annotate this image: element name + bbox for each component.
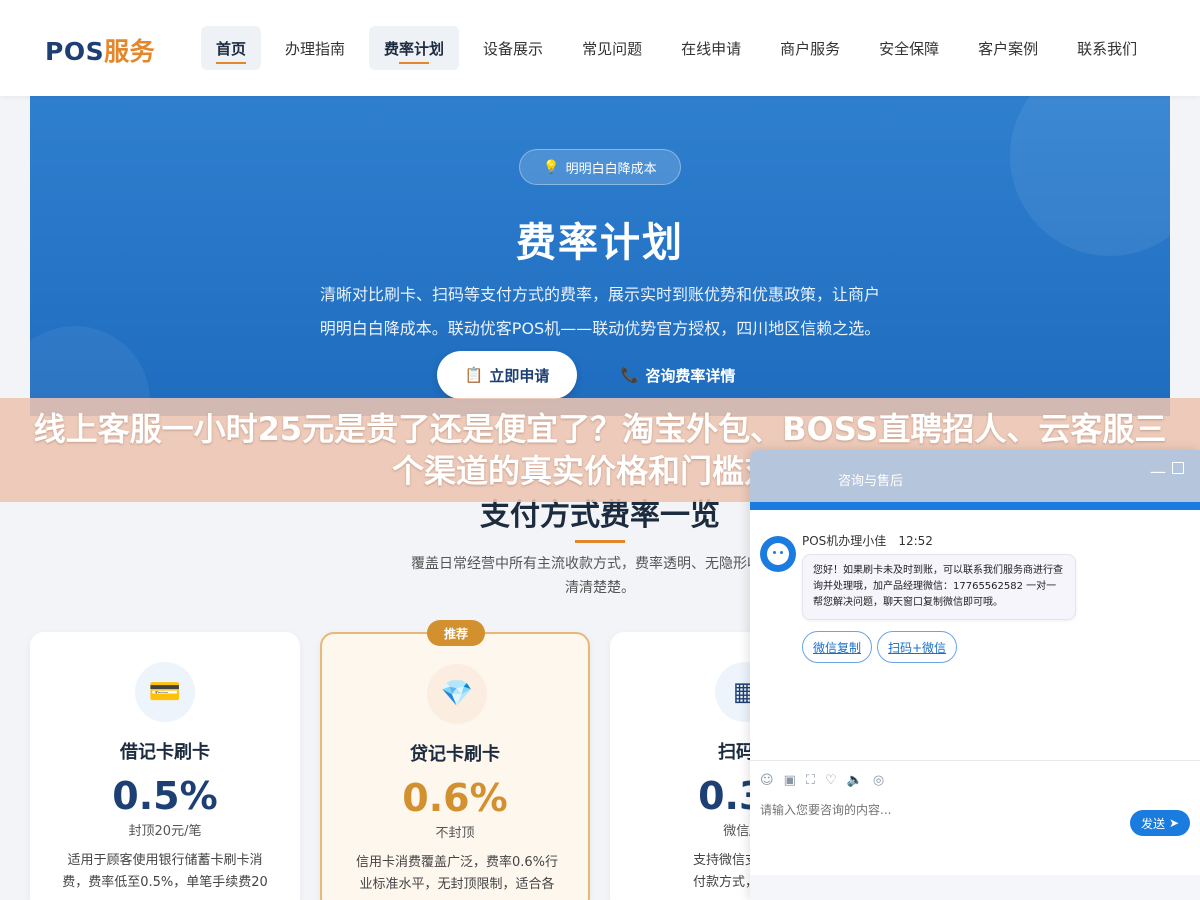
consult-rates-label: 咨询费率详情 — [645, 366, 736, 385]
card-name: 借记卡刷卡 — [120, 742, 210, 763]
nav-guide[interactable]: 办理指南 — [270, 26, 360, 70]
card-desc-line: 费，费率低至0.5%，单笔手续费20 — [62, 875, 268, 890]
nav-contact[interactable]: 联系我们 — [1062, 26, 1152, 70]
copy-wechat-chip[interactable]: 微信复制 — [802, 631, 873, 663]
card-desc-line: 适用于顾客使用银行储蓄卡刷卡消 — [67, 853, 263, 868]
card-description: 信用卡消费覆盖广泛，费率0.6%行 业标准水平，无封顶限制，适合各 — [344, 852, 570, 896]
logo-pos-text: POS — [45, 37, 105, 66]
lightbulb-icon: 💡 — [543, 159, 560, 175]
minimize-icon[interactable]: — — [1150, 462, 1166, 481]
rate-card-debit[interactable]: 💳 借记卡刷卡 0.5% 封顶20元/笔 适用于顾客使用银行储蓄卡刷卡消 费，费… — [30, 632, 300, 900]
history-icon[interactable]: ◎ — [873, 773, 884, 788]
recommended-badge: 推荐 — [427, 620, 485, 646]
card-desc-line: 业标准水平，无封顶限制，适合各 — [359, 877, 555, 892]
card-rate: 0.5% — [112, 774, 218, 818]
chat-header: 咨询与售后 — — [750, 450, 1200, 502]
site-header: POS服务 首页 办理指南 费率计划 设备展示 常见问题 在线申请 商户服务 安… — [0, 0, 1200, 96]
chat-header-bar — [750, 502, 1200, 510]
chat-footer — [750, 875, 1200, 900]
diamond-icon: 💎 — [427, 664, 487, 724]
card-name: 贷记卡刷卡 — [410, 744, 500, 765]
nav-merchant-service[interactable]: 商户服务 — [765, 26, 855, 70]
message-meta: POS机办理小佳 12:52 — [802, 532, 933, 549]
consult-rates-button[interactable]: 📞 咨询费率详情 — [608, 351, 748, 399]
phone-icon: 📞 — [620, 366, 640, 384]
nav-security[interactable]: 安全保障 — [864, 26, 954, 70]
chat-message-input[interactable] — [760, 800, 1120, 820]
apply-now-label: 立即申请 — [489, 366, 550, 385]
credit-card-icon: 💳 — [135, 662, 195, 722]
clipboard-icon: 📋 — [464, 366, 484, 384]
screenshot-icon[interactable]: ⛶ — [806, 773, 815, 788]
nav-rate-plan[interactable]: 费率计划 — [369, 26, 460, 70]
card-description: 适用于顾客使用银行储蓄卡刷卡消 费，费率低至0.5%，单笔手续费20 — [52, 850, 278, 894]
send-arrow-icon: ➤ — [1168, 816, 1180, 830]
chat-toolbar: ☺ ▣ ⛶ ♡ 🔈 ◎ — [750, 760, 1200, 800]
logo-service-text: 服务 — [104, 37, 156, 66]
nav-devices[interactable]: 设备展示 — [468, 26, 558, 70]
nav-home[interactable]: 首页 — [201, 26, 262, 70]
chat-widget: 咨询与售后 — POS机办理小佳 12:52 您好！如果刷卡未及时到账，可以联系我… — [750, 450, 1200, 900]
section-title-underline — [575, 540, 625, 543]
main-nav: 首页 办理指南 费率计划 设备展示 常见问题 在线申请 商户服务 安全保障 客户… — [201, 26, 1161, 70]
nav-faq[interactable]: 常见问题 — [567, 26, 657, 70]
chat-header-title: 咨询与售后 — [838, 474, 904, 489]
logo[interactable]: POS服务 — [45, 32, 155, 68]
send-label: 发送 — [1140, 816, 1165, 831]
agent-message-bubble: 您好！如果刷卡未及时到账，可以联系我们服务商进行查询并处理哦，加产品经理微信：1… — [802, 554, 1076, 620]
nav-apply-online[interactable]: 在线申请 — [666, 26, 756, 70]
rate-card-credit[interactable]: 推荐 💎 贷记卡刷卡 0.6% 不封顶 信用卡消费覆盖广泛，费率0.6%行 业标… — [320, 620, 590, 900]
scan-wechat-chip[interactable]: 扫码+微信 — [877, 631, 958, 663]
hero-badge-label: 明明白白降成本 — [565, 161, 657, 177]
agent-name: POS机办理小佳 — [802, 534, 887, 548]
avatar-face-icon — [767, 543, 789, 565]
apply-now-button[interactable]: 📋 立即申请 — [437, 351, 577, 399]
hero-title: 费率计划 — [516, 220, 684, 266]
agent-avatar — [760, 536, 796, 572]
card-cap: 不封顶 — [435, 826, 475, 841]
message-time: 12:52 — [898, 534, 933, 548]
hero-desc-line: 清晰对比刷卡、扫码等支付方式的费率，展示实时到账优势和优惠政策，让商户 — [319, 285, 880, 304]
hero-badge: 💡 明明白白降成本 — [519, 149, 681, 185]
hero-section: 💡 明明白白降成本 费率计划 清晰对比刷卡、扫码等支付方式的费率，展示实时到账优… — [30, 96, 1170, 416]
audio-icon[interactable]: 🔈 — [847, 773, 863, 788]
card-cap: 封顶20元/笔 — [128, 824, 202, 839]
card-desc-line: 信用卡消费覆盖广泛，费率0.6%行 — [355, 855, 559, 870]
image-icon[interactable]: ▣ — [784, 773, 796, 788]
rating-icon[interactable]: ♡ — [825, 773, 837, 788]
maximize-icon[interactable] — [1172, 462, 1184, 474]
emoji-icon[interactable]: ☺ — [760, 773, 774, 788]
card-rate: 0.6% — [402, 776, 508, 820]
nav-cases[interactable]: 客户案例 — [963, 26, 1053, 70]
hero-description: 清晰对比刷卡、扫码等支付方式的费率，展示实时到账优势和优惠政策，让商户 明明白白… — [300, 278, 900, 346]
hero-desc-line: 明明白白降成本。联动优客POS机——联动优势官方授权，四川地区信赖之选。 — [319, 319, 881, 338]
send-button[interactable]: 发送 ➤ — [1130, 810, 1190, 836]
